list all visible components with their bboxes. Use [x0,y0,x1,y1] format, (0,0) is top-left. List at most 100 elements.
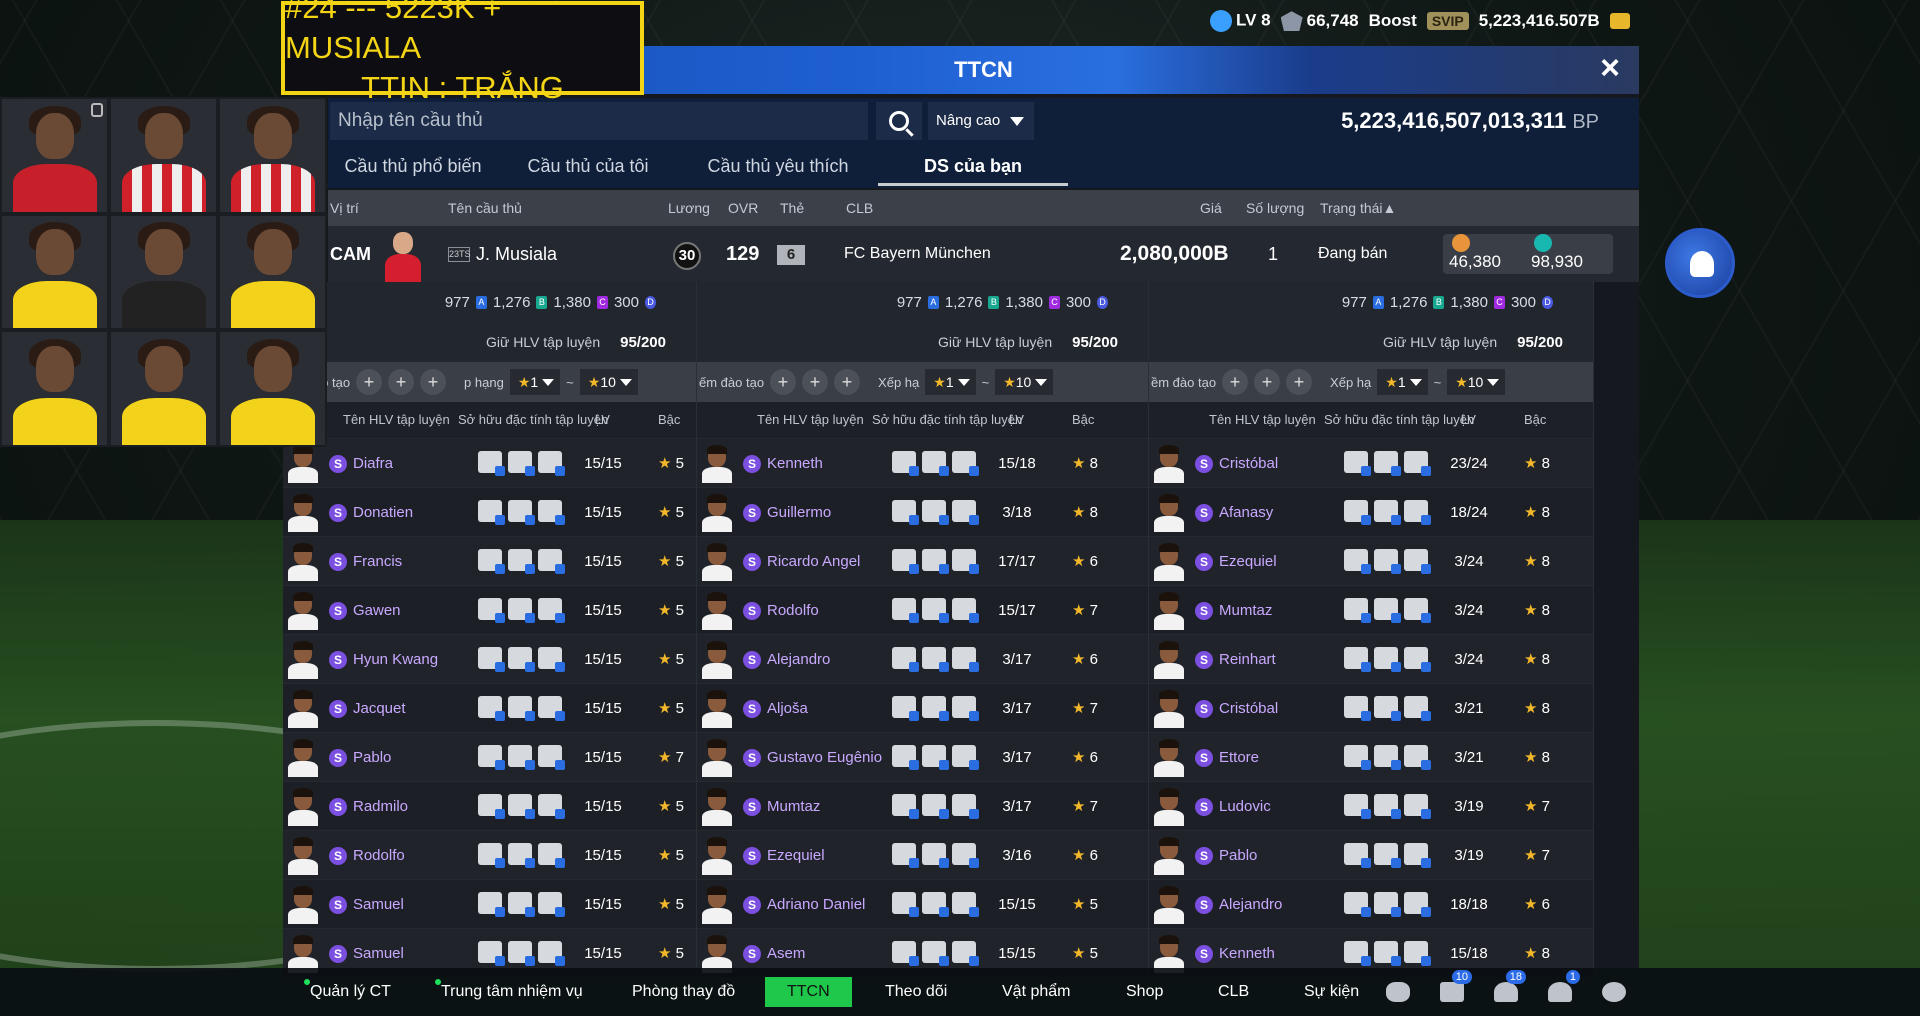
coach-name: Gustavo Eugênio [767,749,883,766]
player-listing-row[interactable]: CAM 23TS J. Musiala 30 129 6 FC Bayern M… [328,226,1639,282]
coach-row[interactable]: S Ezequiel 3/24 ★ 8 [1149,536,1593,585]
col-position[interactable]: Vị trí [330,190,359,226]
nav-transfer-market[interactable]: TTCN [765,977,852,1007]
coach-rank: ★ 8 [1524,504,1550,521]
coach-row[interactable]: S Guillermo 3/18 ★ 8 [697,487,1148,536]
add-slot-button[interactable]: + [1222,369,1249,395]
tab-popular[interactable]: Cầu thủ phổ biến [328,144,498,188]
coach-row[interactable]: S Alejandro 18/18 ★ 6 [1149,879,1593,928]
bell-icon[interactable]: 18 [1490,970,1526,1008]
coach-name: Jacquet [353,700,406,717]
star-from-dropdown[interactable]: ★1 [1377,369,1428,395]
col-card[interactable]: Thẻ [780,190,804,226]
coach-row[interactable]: S Mumtaz 3/24 ★ 8 [1149,585,1593,634]
coach-row[interactable]: S Reinhart 3/24 ★ 8 [1149,634,1593,683]
mail-icon[interactable]: 10 [1436,970,1472,1008]
coach-row[interactable]: S Ezequiel 3/16 ★ 6 [697,830,1148,879]
star-to-dropdown[interactable]: ★10 [995,369,1054,395]
col-price[interactable]: Giá [1200,190,1222,226]
col-quantity[interactable]: Số lượng [1246,190,1304,226]
special-badge-icon: S [1195,553,1213,571]
nav-team-management[interactable]: Quản lý CT [304,977,391,1007]
special-badge-icon: S [329,504,347,522]
coach-row[interactable]: S Jacquet 15/15 ★ 5 [283,683,696,732]
special-badge-icon: S [329,945,347,963]
trait-icon [478,696,505,721]
add-slot-button[interactable]: + [1286,369,1313,395]
col-club[interactable]: CLB [846,190,873,226]
add-slot-button[interactable]: + [356,369,383,395]
col-status[interactable]: Trạng thái▲ [1320,190,1396,226]
col-salary[interactable]: Lương [668,190,710,226]
coach-row[interactable]: S Ricardo Angel 17/17 ★ 6 [697,536,1148,585]
add-slot-button[interactable]: + [1254,369,1281,395]
coach-row[interactable]: S Afanasy 18/24 ★ 8 [1149,487,1593,536]
floating-chat-button[interactable] [1665,228,1735,298]
nav-events[interactable]: Sự kiện [1304,977,1359,1007]
close-icon[interactable]: × [1593,51,1627,87]
coach-row[interactable]: S Pablo 3/19 ★ 7 [1149,830,1593,879]
col-ovr[interactable]: OVR [728,190,758,226]
col-name[interactable]: Tên cầu thủ [448,190,522,226]
coach-row[interactable]: S Gustavo Eugênio 3/17 ★ 6 [697,732,1148,781]
coach-row[interactable]: S Adriano Daniel 15/15 ★ 5 [697,879,1148,928]
tab-my-list[interactable]: DS của bạn [878,144,1068,188]
trait-icon [1344,745,1371,770]
coach-row[interactable]: S Mumtaz 3/17 ★ 7 [697,781,1148,830]
add-slot-button[interactable]: + [388,369,415,395]
trait-icon [952,696,979,721]
coach-row[interactable]: S Alejandro 3/17 ★ 6 [697,634,1148,683]
coach-filter-row: ềm đào tạo + + + Xếp hạ ★1 ~ ★10 [1149,362,1593,402]
add-slot-button[interactable]: + [834,369,861,395]
coach-row[interactable]: S Pablo 15/15 ★ 7 [283,732,696,781]
friends-badge: 1 [1565,970,1580,984]
coach-row[interactable]: S Ludovic 3/19 ★ 7 [1149,781,1593,830]
coach-rank: ★ 7 [1524,847,1550,864]
player-price: 2,080,000B [1120,242,1229,265]
friends-icon[interactable]: 1 [1544,970,1580,1008]
add-slot-button[interactable]: + [770,369,797,395]
coach-row[interactable]: S Aljoša 3/17 ★ 7 [697,683,1148,732]
star-to-dropdown[interactable]: ★10 [579,369,638,395]
coach-row[interactable]: S Rodolfo 15/15 ★ 5 [283,830,696,879]
add-slot-button[interactable]: + [802,369,829,395]
coach-row[interactable]: S Cristóbal 23/24 ★ 8 [1149,438,1593,487]
nav-club[interactable]: CLB [1218,977,1249,1007]
nav-shop[interactable]: Shop [1126,977,1163,1007]
trait-icon [1344,500,1371,525]
coach-row[interactable]: S Gawen 15/15 ★ 5 [283,585,696,634]
coach-level: 3/17 [1002,700,1032,717]
settings-icon[interactable] [1598,976,1630,1008]
search-button[interactable] [876,102,922,140]
coach-row[interactable]: S Diafra 15/15 ★ 5 [283,438,696,487]
coach-rank: ★ 6 [1072,749,1098,766]
coach-row[interactable]: S Donatien 15/15 ★ 5 [283,487,696,536]
coach-row[interactable]: S Ettore 3/21 ★ 8 [1149,732,1593,781]
coach-row[interactable]: S Radmilo 15/15 ★ 5 [283,781,696,830]
star-from-dropdown[interactable]: ★1 [509,369,561,395]
coach-row[interactable]: S Kenneth 15/18 ★ 8 [697,438,1148,487]
coach-row[interactable]: S Hyun Kwang 15/15 ★ 5 [283,634,696,683]
advanced-dropdown[interactable]: Nâng cao [928,102,1034,140]
nav-locker-room[interactable]: Phòng thay đồ [632,977,735,1007]
trait-icons [892,794,979,819]
add-slot-button[interactable]: + [420,369,447,395]
trait-icons [1344,745,1431,770]
coach-level: 18/18 [1450,896,1488,913]
trait-icon [1374,500,1401,525]
nav-watchlist[interactable]: Theo dõi [885,977,947,1007]
star-to-dropdown[interactable]: ★10 [1447,369,1506,395]
tab-favorites[interactable]: Cầu thủ yêu thích [678,144,878,188]
coach-row[interactable]: S Rodolfo 15/17 ★ 7 [697,585,1148,634]
coach-row[interactable]: S Cristóbal 3/21 ★ 8 [1149,683,1593,732]
nav-mission-center[interactable]: Trung tâm nhiệm vụ [435,977,583,1007]
chat-icon[interactable] [1382,976,1414,1008]
coach-avatar [699,739,735,777]
nav-items[interactable]: Vật phẩm [1002,977,1070,1007]
star-from-dropdown[interactable]: ★1 [925,369,976,395]
coach-col-name: Tên HLV tập luyện [343,412,450,427]
trait-icon [538,941,565,966]
coach-row[interactable]: S Francis 15/15 ★ 5 [283,536,696,585]
coach-row[interactable]: S Samuel 15/15 ★ 5 [283,879,696,928]
tab-my-players[interactable]: Cầu thủ của tôi [498,144,678,188]
